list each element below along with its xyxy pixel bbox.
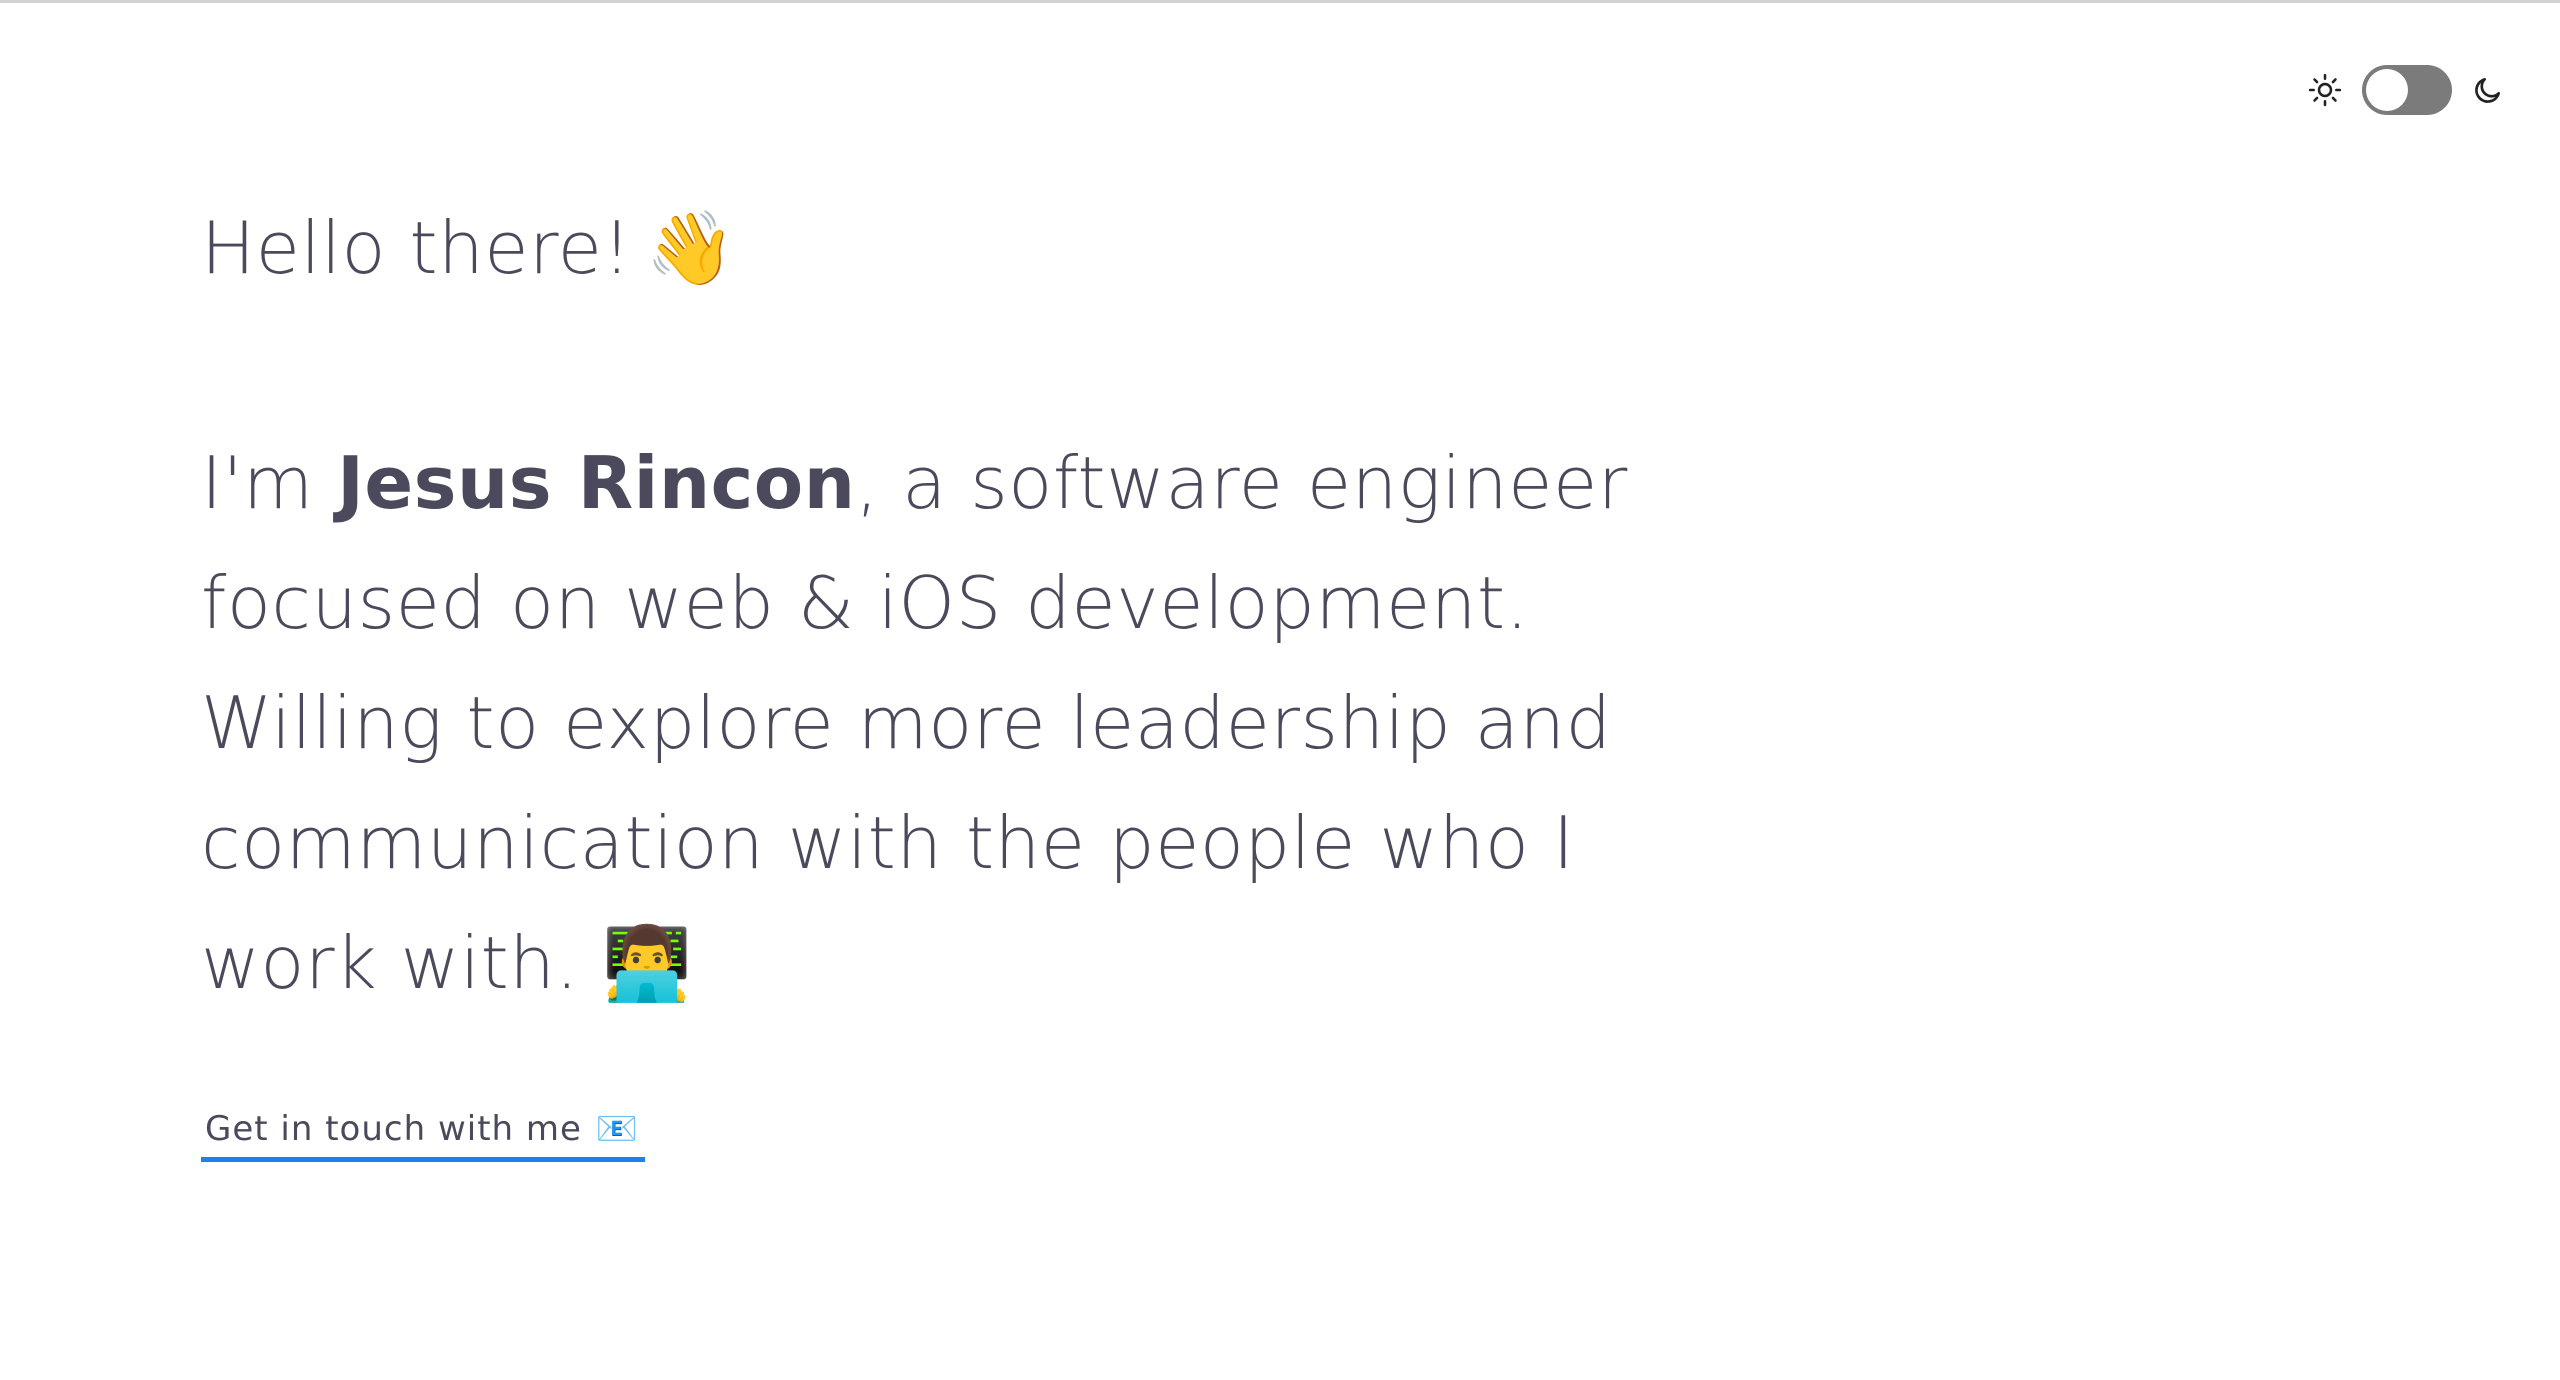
sun-icon — [2308, 73, 2342, 107]
switch-knob — [2366, 69, 2408, 111]
theme-toggle — [2308, 65, 2504, 115]
waving-hand-icon: 👋 — [645, 206, 736, 290]
intro-text: , a software engineer focused on web & i… — [201, 441, 1628, 1005]
dark-mode-switch[interactable] — [2362, 65, 2452, 115]
main-content: Hello there! 👋 I'm Jesus Rincon, a softwa… — [201, 193, 1651, 1162]
moon-icon — [2472, 74, 2504, 106]
greeting-text: Hello there! — [201, 206, 632, 290]
intro-paragraph: I'm Jesus Rincon, a software engineer fo… — [201, 423, 1641, 1023]
contact-label: Get in touch with me — [205, 1109, 582, 1149]
email-icon: 📧 — [595, 1109, 640, 1149]
author-name: Jesus Rincon — [337, 441, 856, 525]
intro-prefix: I'm — [201, 441, 338, 525]
technologist-icon: 👨‍💻 — [602, 921, 693, 1005]
contact-link[interactable]: Get in touch with me 📧 — [201, 1105, 646, 1162]
greeting-heading: Hello there! 👋 — [201, 193, 1651, 303]
